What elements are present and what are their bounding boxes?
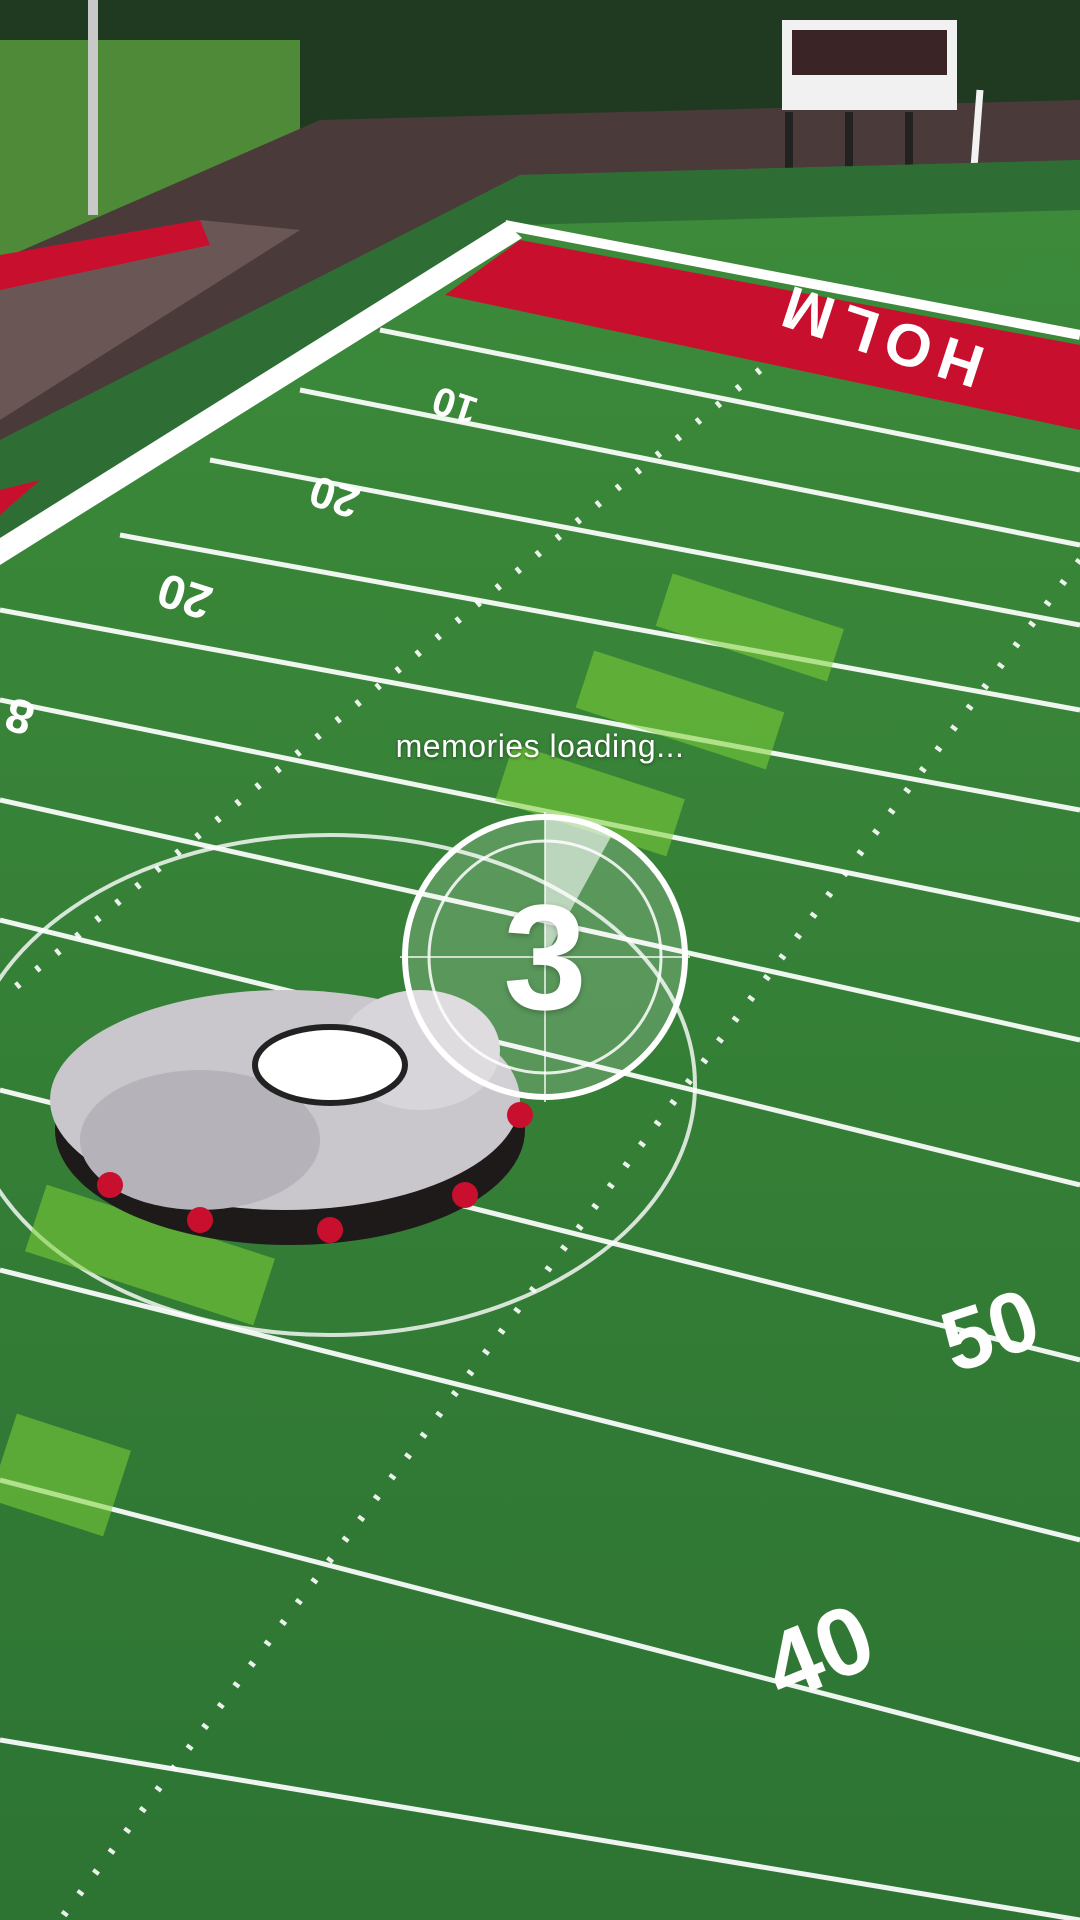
countdown-timer: 3 [400,812,690,1102]
light-pole [88,0,98,215]
loading-status-text: memories loading... [395,728,685,764]
countdown-number: 3 [503,872,587,1041]
